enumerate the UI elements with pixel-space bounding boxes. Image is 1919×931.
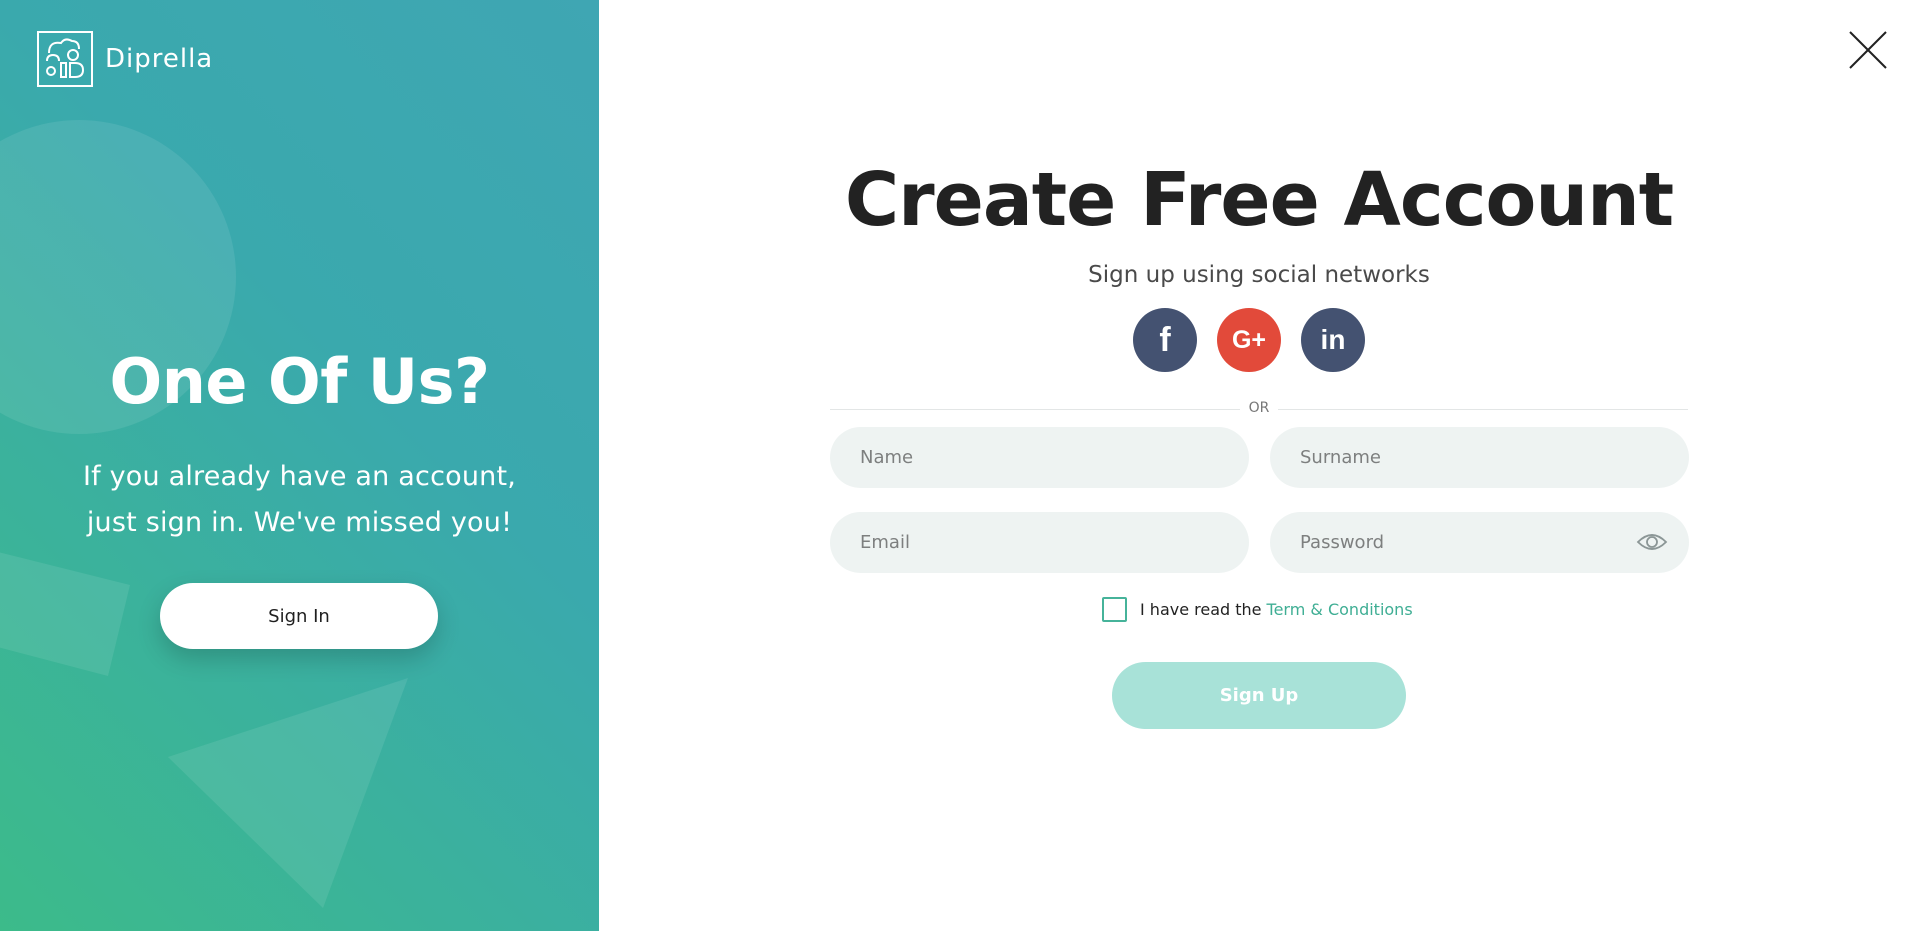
surname-input[interactable] [1270,427,1689,488]
password-input[interactable] [1270,512,1689,573]
google-plus-icon: G+ [1231,325,1267,354]
eye-icon[interactable] [1636,530,1668,554]
decorative-triangle [168,678,408,908]
welcome-panel: Diprella One Of Us? If you already have … [0,0,599,931]
email-input[interactable] [830,512,1249,573]
terms-text: I have read the [1140,600,1262,619]
facebook-icon: f [1159,320,1171,359]
brand[interactable]: Diprella [37,31,213,87]
brand-name: Diprella [105,44,214,74]
or-divider-text: OR [1240,400,1278,416]
google-plus-button[interactable]: G+ [1217,308,1281,372]
sign-up-button[interactable]: Sign Up [1112,662,1406,729]
close-icon[interactable] [1846,28,1890,72]
page-title: Create Free Account [844,157,1674,243]
linkedin-icon: in [1320,324,1346,355]
terms-checkbox[interactable] [1102,597,1127,622]
diprella-logo-icon [37,31,93,87]
linkedin-button[interactable]: in [1301,308,1365,372]
welcome-text-line-2: just sign in. We've missed you! [86,507,513,538]
terms-row: I have read the Term & Conditions [1102,597,1413,622]
facebook-button[interactable]: f [1133,308,1197,372]
decorative-square [0,552,130,676]
welcome-content: One Of Us? If you already have an accoun… [0,345,599,546]
welcome-text: If you already have an account, just sig… [0,454,599,546]
welcome-text-line-1: If you already have an account, [82,461,517,492]
terms-link[interactable]: Term & Conditions [1267,600,1413,619]
sign-in-button[interactable]: Sign In [160,583,438,649]
social-subtitle: Sign up using social networks [1088,262,1430,288]
welcome-title: One Of Us? [109,345,490,418]
name-input[interactable] [830,427,1249,488]
